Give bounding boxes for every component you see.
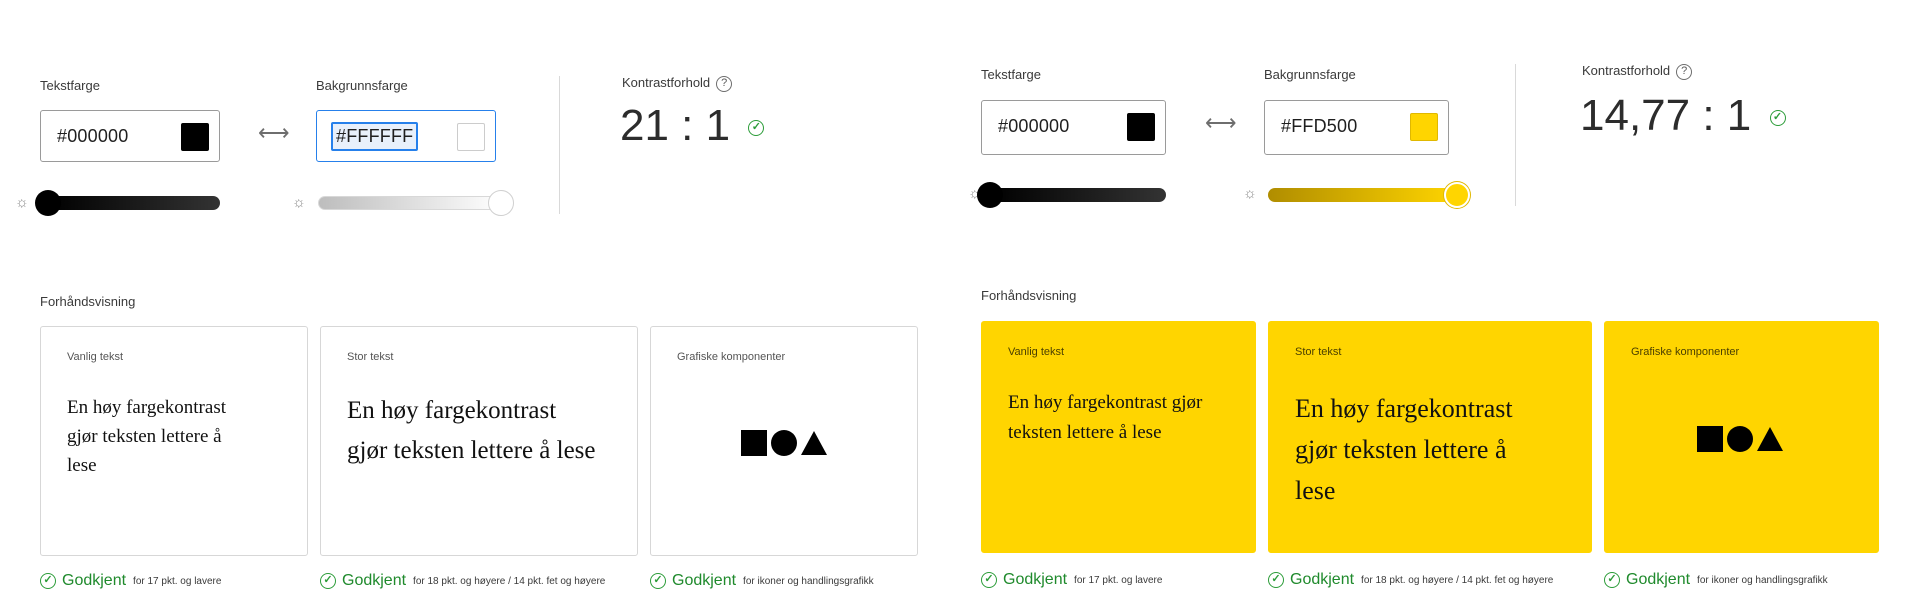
bg-color-label: Bakgrunnsfarge xyxy=(316,78,408,93)
contrast-ratio-value: 21 : 1 xyxy=(620,101,731,150)
contrast-ratio-label-text: Kontrastforhold xyxy=(622,75,711,90)
brightness-icon: ☼ xyxy=(1243,185,1257,202)
text-slider-thumb[interactable] xyxy=(35,190,61,216)
card-title: Stor tekst xyxy=(347,351,394,363)
result-detail: for 18 pkt. og høyere / 14 pkt. fet og h… xyxy=(413,575,606,587)
result-large-text: ✓ Godkjent for 18 pkt. og høyere / 14 pk… xyxy=(320,572,605,590)
text-color-swatch[interactable] xyxy=(181,123,209,151)
preview-card-large-text: Stor tekst En høy fargekontrast gjør tek… xyxy=(320,326,638,556)
brightness-icon: ☼ xyxy=(292,194,306,211)
result-normal-text: ✓ Godkjent for 17 pkt. og lavere xyxy=(981,571,1162,589)
result-status: Godkjent xyxy=(1003,571,1068,588)
divider xyxy=(1515,64,1516,206)
result-status: Godkjent xyxy=(672,572,737,589)
preview-card-graphics: Grafiske komponenter xyxy=(1604,321,1879,553)
text-color-label: Tekstfarge xyxy=(40,78,100,93)
result-detail: for 18 pkt. og høyere / 14 pkt. fet og h… xyxy=(1361,574,1554,586)
bg-color-label: Bakgrunnsfarge xyxy=(1264,67,1356,82)
text-color-field[interactable]: #000000 xyxy=(981,100,1166,155)
result-graphics: ✓ Godkjent for ikoner og handlingsgrafik… xyxy=(650,572,874,590)
preview-card-normal-text: Vanlig tekst En høy fargekontrast gjør t… xyxy=(40,326,308,556)
check-circle-icon: ✓ xyxy=(981,572,997,588)
bg-color-swatch[interactable] xyxy=(1410,113,1438,141)
bg-slider-thumb[interactable] xyxy=(1444,182,1470,208)
card-sample-text: En høy fargekontrast gjør teksten letter… xyxy=(1295,394,1513,505)
square-icon xyxy=(1697,426,1723,452)
result-graphics: ✓ Godkjent for ikoner og handlingsgrafik… xyxy=(1604,571,1828,589)
bg-color-value[interactable]: #FFD500 xyxy=(1281,116,1357,137)
contrast-ratio-value: 14,77 : 1 xyxy=(1580,91,1752,140)
result-detail: for 17 pkt. og lavere xyxy=(1074,574,1163,586)
check-circle-icon: ✓ xyxy=(650,573,666,589)
circle-icon xyxy=(771,430,797,456)
contrast-ratio-label: Kontrastforhold? xyxy=(622,75,733,92)
card-title: Grafiske komponenter xyxy=(677,351,786,363)
result-status: Godkjent xyxy=(62,572,127,589)
swap-arrows-icon[interactable]: ⟷ xyxy=(1205,112,1237,134)
card-title: Grafiske komponenter xyxy=(1631,346,1740,358)
preview-card-graphics: Grafiske komponenter xyxy=(650,326,918,556)
preview-label: Forhåndsvisning xyxy=(40,294,136,309)
card-sample-text: En høy fargekontrast gjør teksten letter… xyxy=(67,397,226,476)
bg-brightness-slider[interactable] xyxy=(1268,188,1458,202)
swap-arrows-icon[interactable]: ⟷ xyxy=(258,122,290,144)
check-circle-icon: ✓ xyxy=(40,573,56,589)
text-brightness-slider[interactable] xyxy=(990,188,1166,202)
graphic-shapes xyxy=(1697,426,1783,452)
divider xyxy=(559,76,560,214)
text-color-field[interactable]: #000000 xyxy=(40,110,220,162)
result-detail: for ikoner og handlingsgrafikk xyxy=(1697,574,1828,586)
result-detail: for 17 pkt. og lavere xyxy=(133,575,222,587)
triangle-icon xyxy=(801,431,827,455)
contrast-panel-2: Tekstfarge #000000 ⟷ Bakgrunnsfarge #FFD… xyxy=(950,0,1900,596)
graphic-shapes xyxy=(741,430,827,456)
text-color-label: Tekstfarge xyxy=(981,67,1041,82)
card-sample-text: En høy fargekontrast gjør teksten letter… xyxy=(347,397,596,464)
help-icon[interactable]: ? xyxy=(716,75,733,92)
check-circle-icon: ✓ xyxy=(1769,110,1786,127)
preview-card-normal-text: Vanlig tekst En høy fargekontrast gjør t… xyxy=(981,321,1256,553)
triangle-icon xyxy=(1757,427,1783,451)
check-circle-icon: ✓ xyxy=(748,120,765,137)
check-circle-icon: ✓ xyxy=(1268,572,1284,588)
result-detail: for ikoner og handlingsgrafikk xyxy=(743,575,874,587)
bg-brightness-slider[interactable] xyxy=(318,196,498,210)
text-color-value[interactable]: #000000 xyxy=(998,116,1069,137)
text-brightness-slider[interactable] xyxy=(46,196,220,210)
bg-color-field[interactable]: #FFFFFF xyxy=(316,110,496,162)
help-icon[interactable]: ? xyxy=(1676,63,1693,80)
card-sample-text: En høy fargekontrast gjør teksten letter… xyxy=(1008,392,1203,443)
contrast-ratio-value-row: 21 : 1 ✓ xyxy=(620,101,765,151)
result-large-text: ✓ Godkjent for 18 pkt. og høyere / 14 pk… xyxy=(1268,571,1553,589)
square-icon xyxy=(741,430,767,456)
card-title: Vanlig tekst xyxy=(1008,346,1065,358)
card-title: Vanlig tekst xyxy=(67,351,124,363)
bg-color-field[interactable]: #FFD500 xyxy=(1264,100,1449,155)
contrast-panel-1: Tekstfarge #000000 ⟷ Bakgrunnsfarge #FFF… xyxy=(0,0,950,596)
text-slider-thumb[interactable] xyxy=(977,182,1003,208)
result-status: Godkjent xyxy=(1290,571,1355,588)
contrast-ratio-value-row: 14,77 : 1 ✓ xyxy=(1580,91,1786,141)
contrast-ratio-label: Kontrastforhold? xyxy=(1582,63,1693,80)
preview-card-large-text: Stor tekst En høy fargekontrast gjør tek… xyxy=(1268,321,1592,553)
card-title: Stor tekst xyxy=(1295,346,1342,358)
circle-icon xyxy=(1727,426,1753,452)
check-circle-icon: ✓ xyxy=(1604,572,1620,588)
check-circle-icon: ✓ xyxy=(320,573,336,589)
bg-color-value[interactable]: #FFFFFF xyxy=(331,122,419,151)
result-normal-text: ✓ Godkjent for 17 pkt. og lavere xyxy=(40,572,221,590)
preview-label: Forhåndsvisning xyxy=(981,288,1077,303)
bg-color-swatch[interactable] xyxy=(457,123,485,151)
contrast-ratio-label-text: Kontrastforhold xyxy=(1582,63,1671,78)
bg-slider-thumb[interactable] xyxy=(488,190,514,216)
text-color-swatch[interactable] xyxy=(1127,113,1155,141)
result-status: Godkjent xyxy=(342,572,407,589)
text-color-value[interactable]: #000000 xyxy=(57,126,128,147)
result-status: Godkjent xyxy=(1626,571,1691,588)
brightness-icon: ☼ xyxy=(15,194,29,211)
